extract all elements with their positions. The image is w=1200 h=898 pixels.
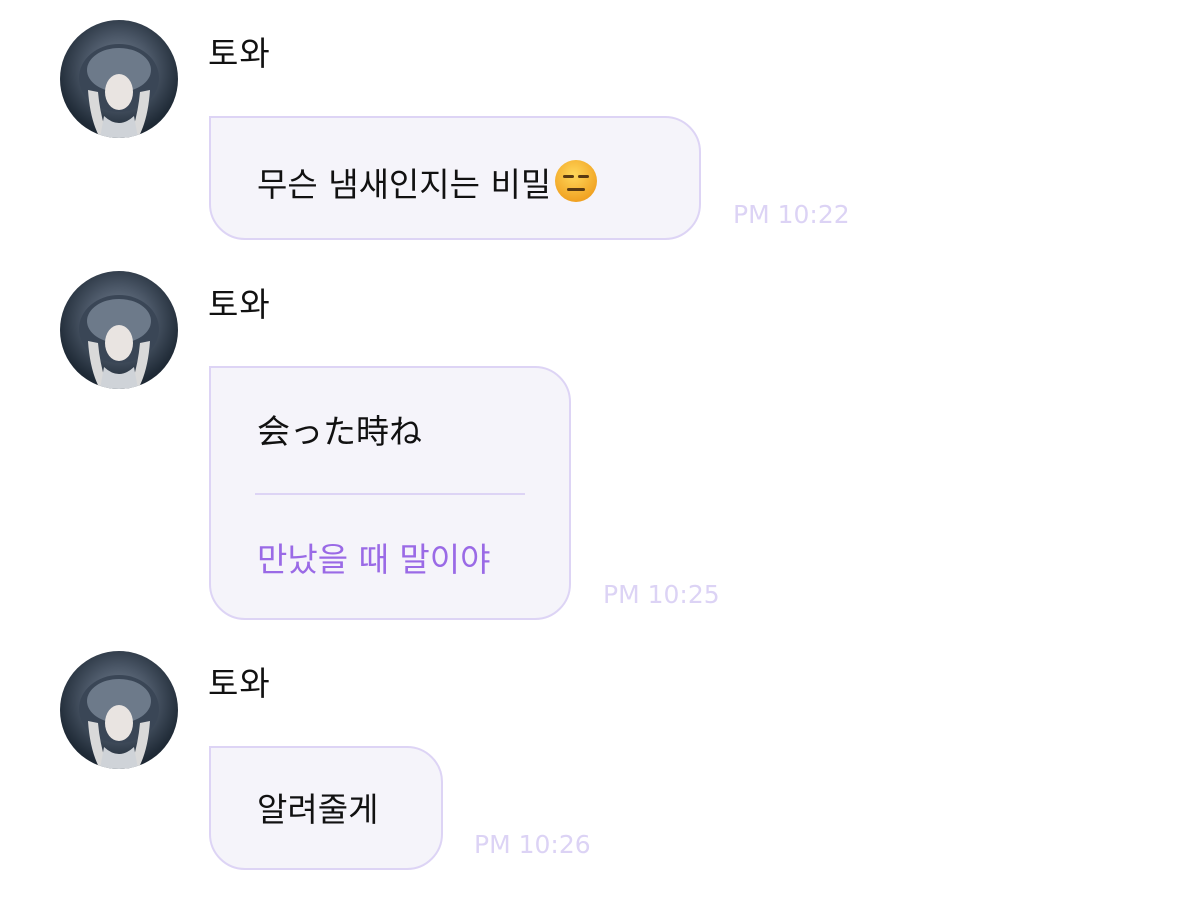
avatar-image (79, 675, 159, 769)
sender-name: 토와 (208, 34, 271, 73)
expressionless-face-icon (555, 160, 598, 202)
timestamp: PM 10:22 (733, 200, 850, 229)
timestamp: PM 10:26 (474, 830, 591, 859)
message-text: 会った時ね (257, 412, 422, 451)
sender-name: 토와 (208, 664, 271, 703)
message-bubble[interactable]: 会った時ね 만났을 때 말이야 (209, 366, 571, 620)
message-text: 무슨 냄새인지는 비밀 (257, 158, 599, 205)
message-text: 알려줄게 (257, 790, 379, 829)
avatar-image (79, 295, 159, 389)
message-bubble[interactable]: 무슨 냄새인지는 비밀 (209, 116, 701, 240)
translation-divider (255, 493, 525, 495)
sender-name: 토와 (208, 285, 271, 324)
message-bubble[interactable]: 알려줄게 (209, 746, 443, 870)
message-text-content: 무슨 냄새인지는 비밀 (257, 165, 552, 204)
avatar-image (79, 44, 159, 138)
avatar[interactable] (60, 271, 178, 389)
timestamp: PM 10:25 (603, 580, 720, 609)
translation-text: 만났을 때 말이야 (257, 540, 491, 579)
avatar[interactable] (60, 20, 178, 138)
avatar[interactable] (60, 651, 178, 769)
